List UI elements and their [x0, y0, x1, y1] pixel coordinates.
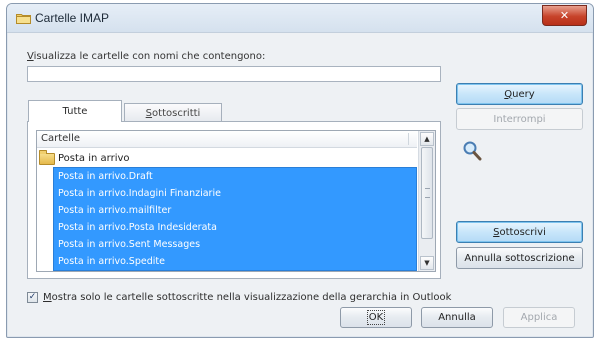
window-title: Cartelle IMAP [35, 11, 110, 25]
folder-tree[interactable]: Cartelle Posta in arrivo Posta in arrivo… [36, 130, 436, 272]
tab-tutte[interactable]: Tutte [28, 100, 122, 122]
sottoscrivi-button-label: ottoscrivi [499, 226, 546, 238]
tab-panel: Cartelle Posta in arrivo Posta in arrivo… [27, 121, 441, 279]
filter-label-accel: V [27, 51, 34, 62]
query-button-accel: Q [504, 88, 513, 100]
scrollbar-thumb[interactable] [421, 147, 433, 239]
tab-tutte-label: Tutte [62, 106, 88, 117]
subscribed-only-label[interactable]: Mostra solo le cartelle sottoscritte nel… [43, 292, 451, 303]
folder-root-item[interactable]: Posta in arrivo [39, 150, 130, 166]
folder-root-label: Posta in arrivo [58, 153, 130, 164]
scroll-up-button[interactable]: ▲ [420, 132, 434, 146]
tab-sottoscritti[interactable]: Sottoscritti [124, 103, 222, 123]
list-item[interactable]: Posta in arrivo.mailfilter [54, 202, 416, 219]
selected-subfolders: Posta in arrivo.Draft Posta in arrivo.In… [53, 167, 417, 271]
ok-button[interactable]: OK [340, 307, 412, 328]
tab-sottoscritti-label: ottoscritti [152, 108, 201, 119]
grip-icon [425, 188, 430, 198]
search-icon [463, 141, 482, 161]
annulla-sottoscrizione-button-label: Annulla sottoscrizione [464, 252, 575, 264]
close-button[interactable]: ✕ [542, 5, 587, 26]
title-bar[interactable]: Cartelle IMAP ✕ [7, 4, 593, 33]
folder-icon [39, 150, 55, 165]
folder-name-filter-input[interactable] [27, 66, 441, 82]
applica-button[interactable]: Applica [503, 307, 575, 328]
applica-button-label: Applica [520, 312, 558, 323]
annulla-button[interactable]: Annulla [421, 307, 493, 328]
query-button-label: uery [512, 88, 535, 100]
checkmark-icon: ✓ [28, 292, 37, 302]
folder-column-header[interactable]: Cartelle [37, 131, 417, 148]
folder-icon [16, 14, 31, 24]
imap-folders-dialog: Cartelle IMAP ✕ Visualizza le cartelle c… [6, 3, 594, 338]
list-item[interactable]: Posta in arrivo.Posta Indesiderata [54, 219, 416, 236]
list-item[interactable]: Posta in arrivo.Spedite [54, 253, 416, 270]
query-button[interactable]: Query [456, 83, 583, 105]
scroll-down-button[interactable]: ▼ [420, 256, 434, 270]
list-item[interactable]: Posta in arrivo.Sent Messages [54, 236, 416, 253]
close-icon: ✕ [559, 9, 570, 22]
annulla-button-label: Annulla [438, 312, 476, 323]
list-item[interactable]: Posta in arrivo.Indagini Finanziarie [54, 185, 416, 202]
interrompi-button[interactable]: Interrompi [456, 108, 583, 130]
chevron-down-icon: ▼ [424, 259, 430, 267]
subscribed-only-label-text: ostra solo le cartelle sottoscritte nell… [51, 292, 452, 303]
ok-button-label: OK [366, 310, 386, 325]
vertical-scrollbar[interactable]: ▲ ▼ [418, 131, 435, 271]
annulla-sottoscrizione-button[interactable]: Annulla sottoscrizione [456, 247, 583, 269]
filter-label-text: isualizza le cartelle con nomi che conte… [33, 51, 266, 62]
chevron-up-icon: ▲ [424, 135, 430, 143]
sottoscrivi-button[interactable]: Sottoscrivi [456, 221, 583, 243]
subscribed-only-checkbox[interactable]: ✓ [27, 292, 38, 303]
folder-column-header-label: Cartelle [41, 133, 81, 144]
subscribed-only-label-accel: M [43, 292, 52, 303]
filter-label: Visualizza le cartelle con nomi che cont… [27, 51, 265, 62]
list-item[interactable]: Posta in arrivo.Draft [54, 168, 416, 185]
column-divider [408, 133, 409, 145]
interrompi-button-label: Interrompi [493, 113, 546, 125]
